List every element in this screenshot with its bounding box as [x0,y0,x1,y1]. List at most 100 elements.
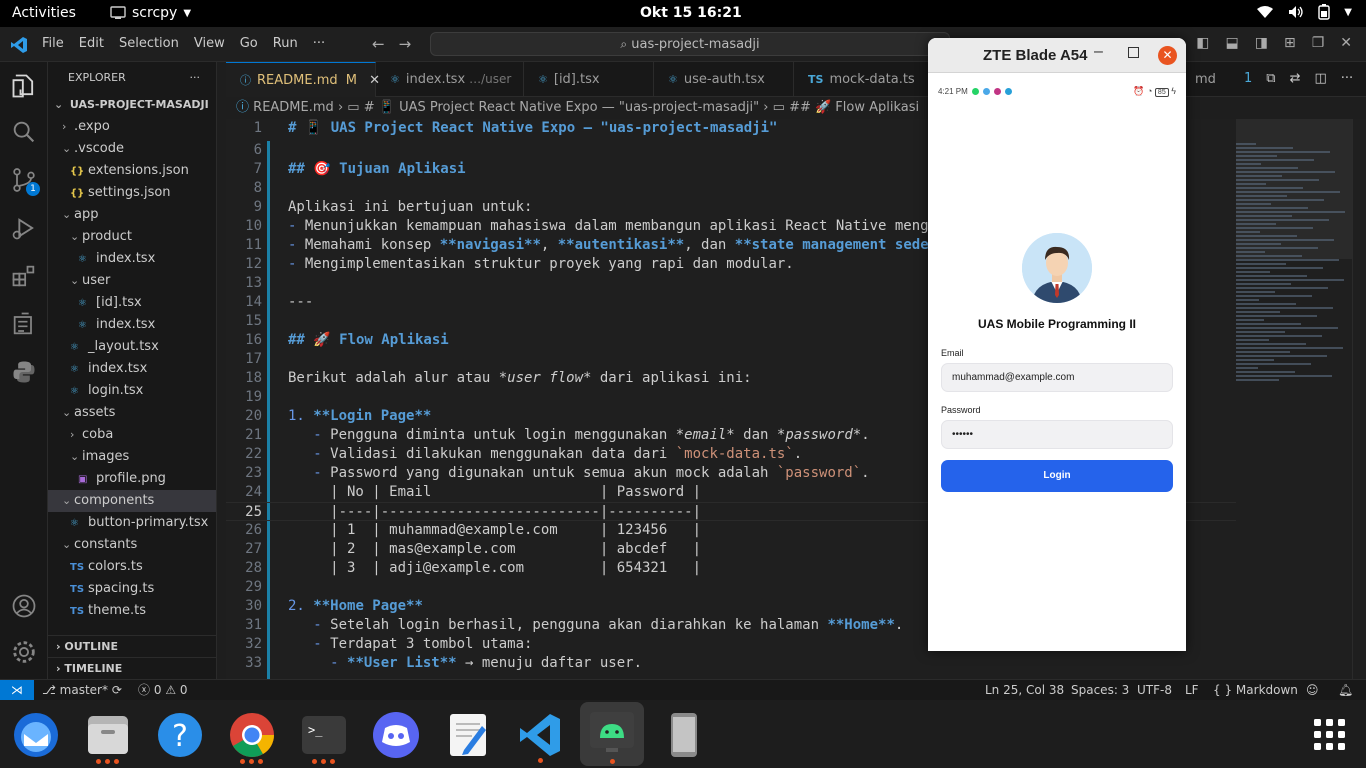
menu-item[interactable]: ··· [313,36,325,51]
scrcpy-title-bar[interactable]: ZTE Blade A54 – ✕ [928,38,1186,73]
breadcrumb-file[interactable]: README.md [253,100,334,115]
language-mode[interactable]: { } Markdown [1213,680,1298,700]
cursor-position[interactable]: Ln 25, Col 38 [985,680,1064,700]
split-editor-icon[interactable]: ◫ [1314,71,1326,86]
clock[interactable]: Okt 15 16:21 [640,5,742,21]
minimize-icon[interactable]: – [1094,43,1103,61]
tree-file[interactable]: ⚛ index.tsx [48,314,216,336]
login-button[interactable]: Login [941,460,1173,492]
tab-readme[interactable]: ⓘ README.md M ✕ [226,62,380,97]
app-menu[interactable]: scrcpy ▼ [110,5,191,21]
encoding[interactable]: UTF-8 [1137,680,1172,700]
activities-button[interactable]: Activities [12,5,76,21]
notifications-bell-icon[interactable]: 🔔︎ [1338,680,1353,700]
branch-indicator[interactable]: ⎇ master* ⟳ [42,680,122,700]
code-line[interactable]: 33 - **User List** → menuju daftar user. [226,654,1236,673]
tree-folder[interactable]: ⌄ images [48,446,216,468]
tree-file[interactable]: ⚛ login.tsx [48,380,216,402]
tree-file[interactable]: ⚛ index.tsx [48,358,216,380]
tree-file[interactable]: {} extensions.json [48,160,216,182]
toggle-sidebar-icon[interactable]: ◧ [1196,35,1209,51]
menu-item[interactable]: File [42,36,64,51]
chrome-icon[interactable] [226,710,278,764]
tree-folder[interactable]: › .expo [48,116,216,138]
tree-file[interactable]: TS theme.ts [48,600,216,622]
remote-indicator-icon[interactable]: ⋊ [0,680,34,700]
end-of-line[interactable]: LF [1185,680,1199,700]
phone-screen[interactable]: 4:21 PM ⏰ ◔ 85 ϟ UAS Mobile Programming … [928,73,1186,651]
email-field[interactable]: muhammad@example.com [941,363,1173,392]
system-tray[interactable]: ▼ [1256,4,1352,20]
tab-user-index[interactable]: ⚛ index.tsx …/user [376,62,524,97]
tree-folder[interactable]: › coba [48,424,216,446]
customize-layout-icon[interactable]: ⊞ [1284,35,1296,51]
minimap-viewport[interactable] [1236,119,1352,259]
phone-icon[interactable] [658,710,710,760]
menu-item[interactable]: Run [273,36,298,51]
tree-folder[interactable]: ⌄ product [48,226,216,248]
python-icon[interactable] [10,358,38,386]
menu-item[interactable]: Edit [79,36,104,51]
tree-file[interactable]: ▣ profile.png [48,468,216,490]
tree-folder[interactable]: ⌄ .vscode [48,138,216,160]
menu-item[interactable]: Selection [119,36,179,51]
tree-file[interactable]: TS spacing.ts [48,578,216,600]
compare-changes-icon[interactable]: ⇄ [1290,71,1301,86]
thunderbird-icon[interactable] [10,710,62,760]
text-editor-icon[interactable] [442,710,494,760]
window-restore-icon[interactable]: ❐ [1312,35,1325,51]
editor-scrollbar[interactable] [1352,119,1366,679]
account-icon[interactable] [10,592,38,620]
vscode-icon[interactable] [514,710,566,763]
outline-section[interactable]: › OUTLINE [48,635,216,657]
menu-item[interactable]: View [194,36,225,51]
explorer-files-icon[interactable] [10,72,38,100]
tab-hidden-md[interactable]: md [1181,62,1231,97]
app-grid-icon[interactable] [1304,710,1356,760]
tree-folder[interactable]: ⌄ assets [48,402,216,424]
open-preview-icon[interactable]: 1 [1244,71,1252,86]
help-icon[interactable]: ? [154,710,206,760]
project-root-folder[interactable]: ⌄ UAS-PROJECT-MASADJI [48,94,216,116]
toggle-panel-icon[interactable]: ⬓ [1226,35,1239,51]
more-actions-icon[interactable]: ··· [1341,71,1353,86]
search-icon[interactable] [10,118,38,146]
tree-folder[interactable]: ⌄ user [48,270,216,292]
more-actions-icon[interactable]: ··· [190,62,201,94]
back-arrow-icon[interactable]: ← [372,35,385,53]
discord-icon[interactable] [370,710,422,760]
preview-side-icon[interactable]: ⧉ [1266,71,1275,86]
tree-file[interactable]: {} settings.json [48,182,216,204]
extensions-icon[interactable] [10,262,38,290]
tree-file[interactable]: ⚛ [id].tsx [48,292,216,314]
tree-file[interactable]: ⚛ index.tsx [48,248,216,270]
settings-gear-icon[interactable] [10,638,38,666]
command-center-search[interactable]: ⌕ uas-project-masadji [430,32,950,56]
close-icon[interactable]: ✕ [1158,46,1177,65]
minimap[interactable] [1236,119,1352,679]
menu-item[interactable]: Go [240,36,258,51]
tab-mock-data[interactable]: TS mock-data.ts [794,62,934,97]
copilot-icon[interactable]: ☺ [1306,680,1319,700]
run-debug-icon[interactable] [10,214,38,242]
source-control-icon[interactable]: 1 [10,166,40,196]
maximize-icon[interactable] [1128,47,1139,58]
indentation[interactable]: Spaces: 3 [1071,680,1129,700]
android-scrcpy-icon[interactable] [580,702,644,766]
breadcrumb-h2[interactable]: ## 🚀 Flow Aplikasi [789,100,919,115]
tree-folder[interactable]: ⌄ app [48,204,216,226]
timeline-section[interactable]: › TIMELINE [48,657,216,679]
tree-folder[interactable]: ⌄ constants [48,534,216,556]
tree-file[interactable]: TS colors.ts [48,556,216,578]
breadcrumb-h1[interactable]: # 📱 UAS Project React Native Expo — "uas… [364,100,759,115]
tree-file[interactable]: ⚛ button-primary.tsx [48,512,216,534]
toggle-secondary-sidebar-icon[interactable]: ◨ [1255,35,1268,51]
terminal-icon[interactable]: >_ [298,710,350,764]
forward-arrow-icon[interactable]: → [399,35,412,53]
password-field[interactable]: •••••• [941,420,1173,449]
tree-folder[interactable]: ⌄ components [48,490,216,512]
testing-icon[interactable] [10,310,38,338]
tab-use-auth[interactable]: ⚛ use-auth.tsx [654,62,794,97]
problems-indicator[interactable]: ⓧ 0 ⚠ 0 [138,680,188,700]
tree-file[interactable]: ⚛ _layout.tsx [48,336,216,358]
